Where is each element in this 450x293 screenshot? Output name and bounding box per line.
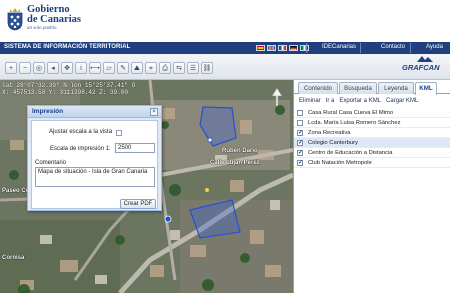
nav-link-ayuda[interactable]: Ayuda (426, 44, 443, 50)
flag-uk-icon[interactable] (267, 44, 276, 51)
nav-separator (306, 43, 307, 53)
layer-label: Lcda. María Luisa Romero Sánchez (308, 119, 401, 126)
load-kml-button[interactable]: Cargar KML (386, 98, 418, 104)
fit-scale-checkbox[interactable] (116, 130, 122, 136)
coords-geographic: lat 28°07'32.39" N lon 15°25'37.41" O (2, 82, 136, 89)
close-icon[interactable]: × (150, 108, 158, 116)
list-item[interactable]: ✓ Zona Recreativa (294, 128, 450, 138)
grafcan-brand: GRAFCAN (402, 63, 440, 72)
list-item[interactable]: Lcda. María Luisa Romero Sánchez (294, 118, 450, 128)
canarias-seal-icon (7, 8, 23, 31)
tab-kml[interactable]: KML (415, 82, 437, 95)
layer-label: Casa Rural Casa Cueva El Mimo (308, 109, 394, 116)
info-icon[interactable]: i (75, 62, 87, 74)
side-panel: Contenido Búsqueda Leyenda KML Eliminar … (293, 80, 450, 293)
street-label: Cornisa (2, 255, 25, 261)
zoom-out-icon[interactable]: − (19, 62, 31, 74)
government-tagline: un solo pueblo (27, 26, 57, 31)
layer-label: Colegio Canterbury (308, 139, 358, 146)
draw-icon[interactable]: ✎ (117, 62, 129, 74)
language-selector (256, 44, 309, 51)
government-title[interactable]: Gobierno de Canarias (27, 4, 81, 25)
tab-contenido[interactable]: Contenido (298, 82, 338, 94)
legend-icon[interactable]: ☰ (187, 62, 199, 74)
coords-utm: X: 457513.58 Y: 3111398.42 Z: 39.00 (2, 89, 129, 96)
nav-separator (360, 43, 361, 53)
print-dialog-body: Ajustar escala a la vista Escala de impr… (31, 120, 158, 209)
previous-view-icon[interactable]: ◂ (47, 62, 59, 74)
swipe-icon[interactable]: ⇆ (173, 62, 185, 74)
toolbar-buttons: + − ◎ ◂ ✥ i ⟷ ▱ ✎ ⛰ ⌖ ⎙ ⇆ ☰ ⛓ (5, 62, 213, 74)
kml-actions: Eliminar Ir a Exportar a KML Cargar KML (299, 98, 418, 104)
flag-italy-icon[interactable] (300, 44, 309, 51)
layer-checkbox[interactable]: ✓ (297, 160, 303, 166)
profile-icon[interactable]: ⛰ (131, 62, 143, 74)
layer-label: Zona Recreativa (308, 129, 351, 136)
fit-scale-label: Ajustar escala a la vista (49, 129, 113, 135)
list-item[interactable]: ✓ Colegio Canterbury (294, 138, 450, 148)
comment-textarea[interactable]: Mapa de situación - Isla de Gran Canaria (35, 167, 155, 187)
street-label: Rubén Darío (222, 148, 258, 154)
print-icon[interactable]: ⎙ (159, 62, 171, 74)
comment-label: Comentario (35, 160, 67, 166)
list-item[interactable]: Casa Rural Casa Cueva El Mimo (294, 108, 450, 118)
pan-icon[interactable]: ✥ (61, 62, 73, 74)
map-toolbar: + − ◎ ◂ ✥ i ⟷ ▱ ✎ ⛰ ⌖ ⎙ ⇆ ☰ ⛓ (0, 54, 450, 80)
list-item[interactable]: ✓ Club Natación Metropole (294, 158, 450, 168)
layer-label: Centro de Educación a Distancia (308, 149, 393, 156)
create-pdf-button[interactable]: Crear PDF (120, 199, 156, 209)
tab-leyenda[interactable]: Leyenda (378, 82, 414, 94)
flag-germany-icon[interactable] (289, 44, 298, 51)
street-label: Calle Lujan Pérez (210, 160, 260, 166)
layer-label: Club Natación Metropole (308, 159, 372, 166)
layer-checkbox[interactable] (297, 110, 303, 116)
print-dialog-header[interactable]: Impresión × (28, 106, 161, 118)
flag-france-icon[interactable] (278, 44, 287, 51)
cursor-coordinates: lat 28°07'32.39" N lon 15°25'37.41" O X:… (2, 82, 135, 96)
nav-link-idecanarias[interactable]: IDECanarias (322, 44, 356, 50)
government-title-line2: de Canarias (27, 14, 81, 25)
flag-spain-icon[interactable] (256, 44, 265, 51)
navbar: SISTEMA DE INFORMACIÓN TERRITORIAL IDECa… (0, 42, 450, 54)
print-dialog: Impresión × Ajustar escala a la vista Es… (27, 105, 162, 211)
kml-layer-list: Casa Rural Casa Cueva El Mimo Lcda. Marí… (294, 108, 450, 168)
nav-link-contacto[interactable]: Contacto (381, 44, 405, 50)
list-item[interactable]: ✓ Centro de Educación a Distancia (294, 148, 450, 158)
goto-kml-button[interactable]: Ir a (326, 98, 335, 104)
print-scale-label: Escala de impresión 1: (50, 146, 111, 152)
panel-tabs: Contenido Búsqueda Leyenda KML (294, 82, 450, 95)
delete-kml-button[interactable]: Eliminar (299, 98, 321, 104)
print-dialog-title: Impresión (32, 108, 64, 115)
north-arrow-icon[interactable] (271, 88, 283, 106)
search-coordinates-icon[interactable]: ⌖ (145, 62, 157, 74)
export-kml-button[interactable]: Exportar a KML (339, 98, 381, 104)
grafcan-logo-icon (417, 56, 433, 62)
tab-busqueda[interactable]: Búsqueda (339, 82, 377, 94)
print-scale-input[interactable]: 2500 (115, 143, 155, 153)
header: Gobierno de Canarias un solo pueblo (0, 0, 450, 42)
layer-checkbox[interactable]: ✓ (297, 130, 303, 136)
layer-checkbox[interactable]: ✓ (297, 150, 303, 156)
layer-checkbox[interactable] (297, 120, 303, 126)
measure-area-icon[interactable]: ▱ (103, 62, 115, 74)
link-icon[interactable]: ⛓ (201, 62, 213, 74)
measure-distance-icon[interactable]: ⟷ (89, 62, 101, 74)
zoom-in-icon[interactable]: + (5, 62, 17, 74)
nav-separator (410, 43, 411, 53)
layer-checkbox[interactable]: ✓ (297, 140, 303, 146)
zoom-extent-icon[interactable]: ◎ (33, 62, 45, 74)
system-title: SISTEMA DE INFORMACIÓN TERRITORIAL (4, 44, 131, 50)
